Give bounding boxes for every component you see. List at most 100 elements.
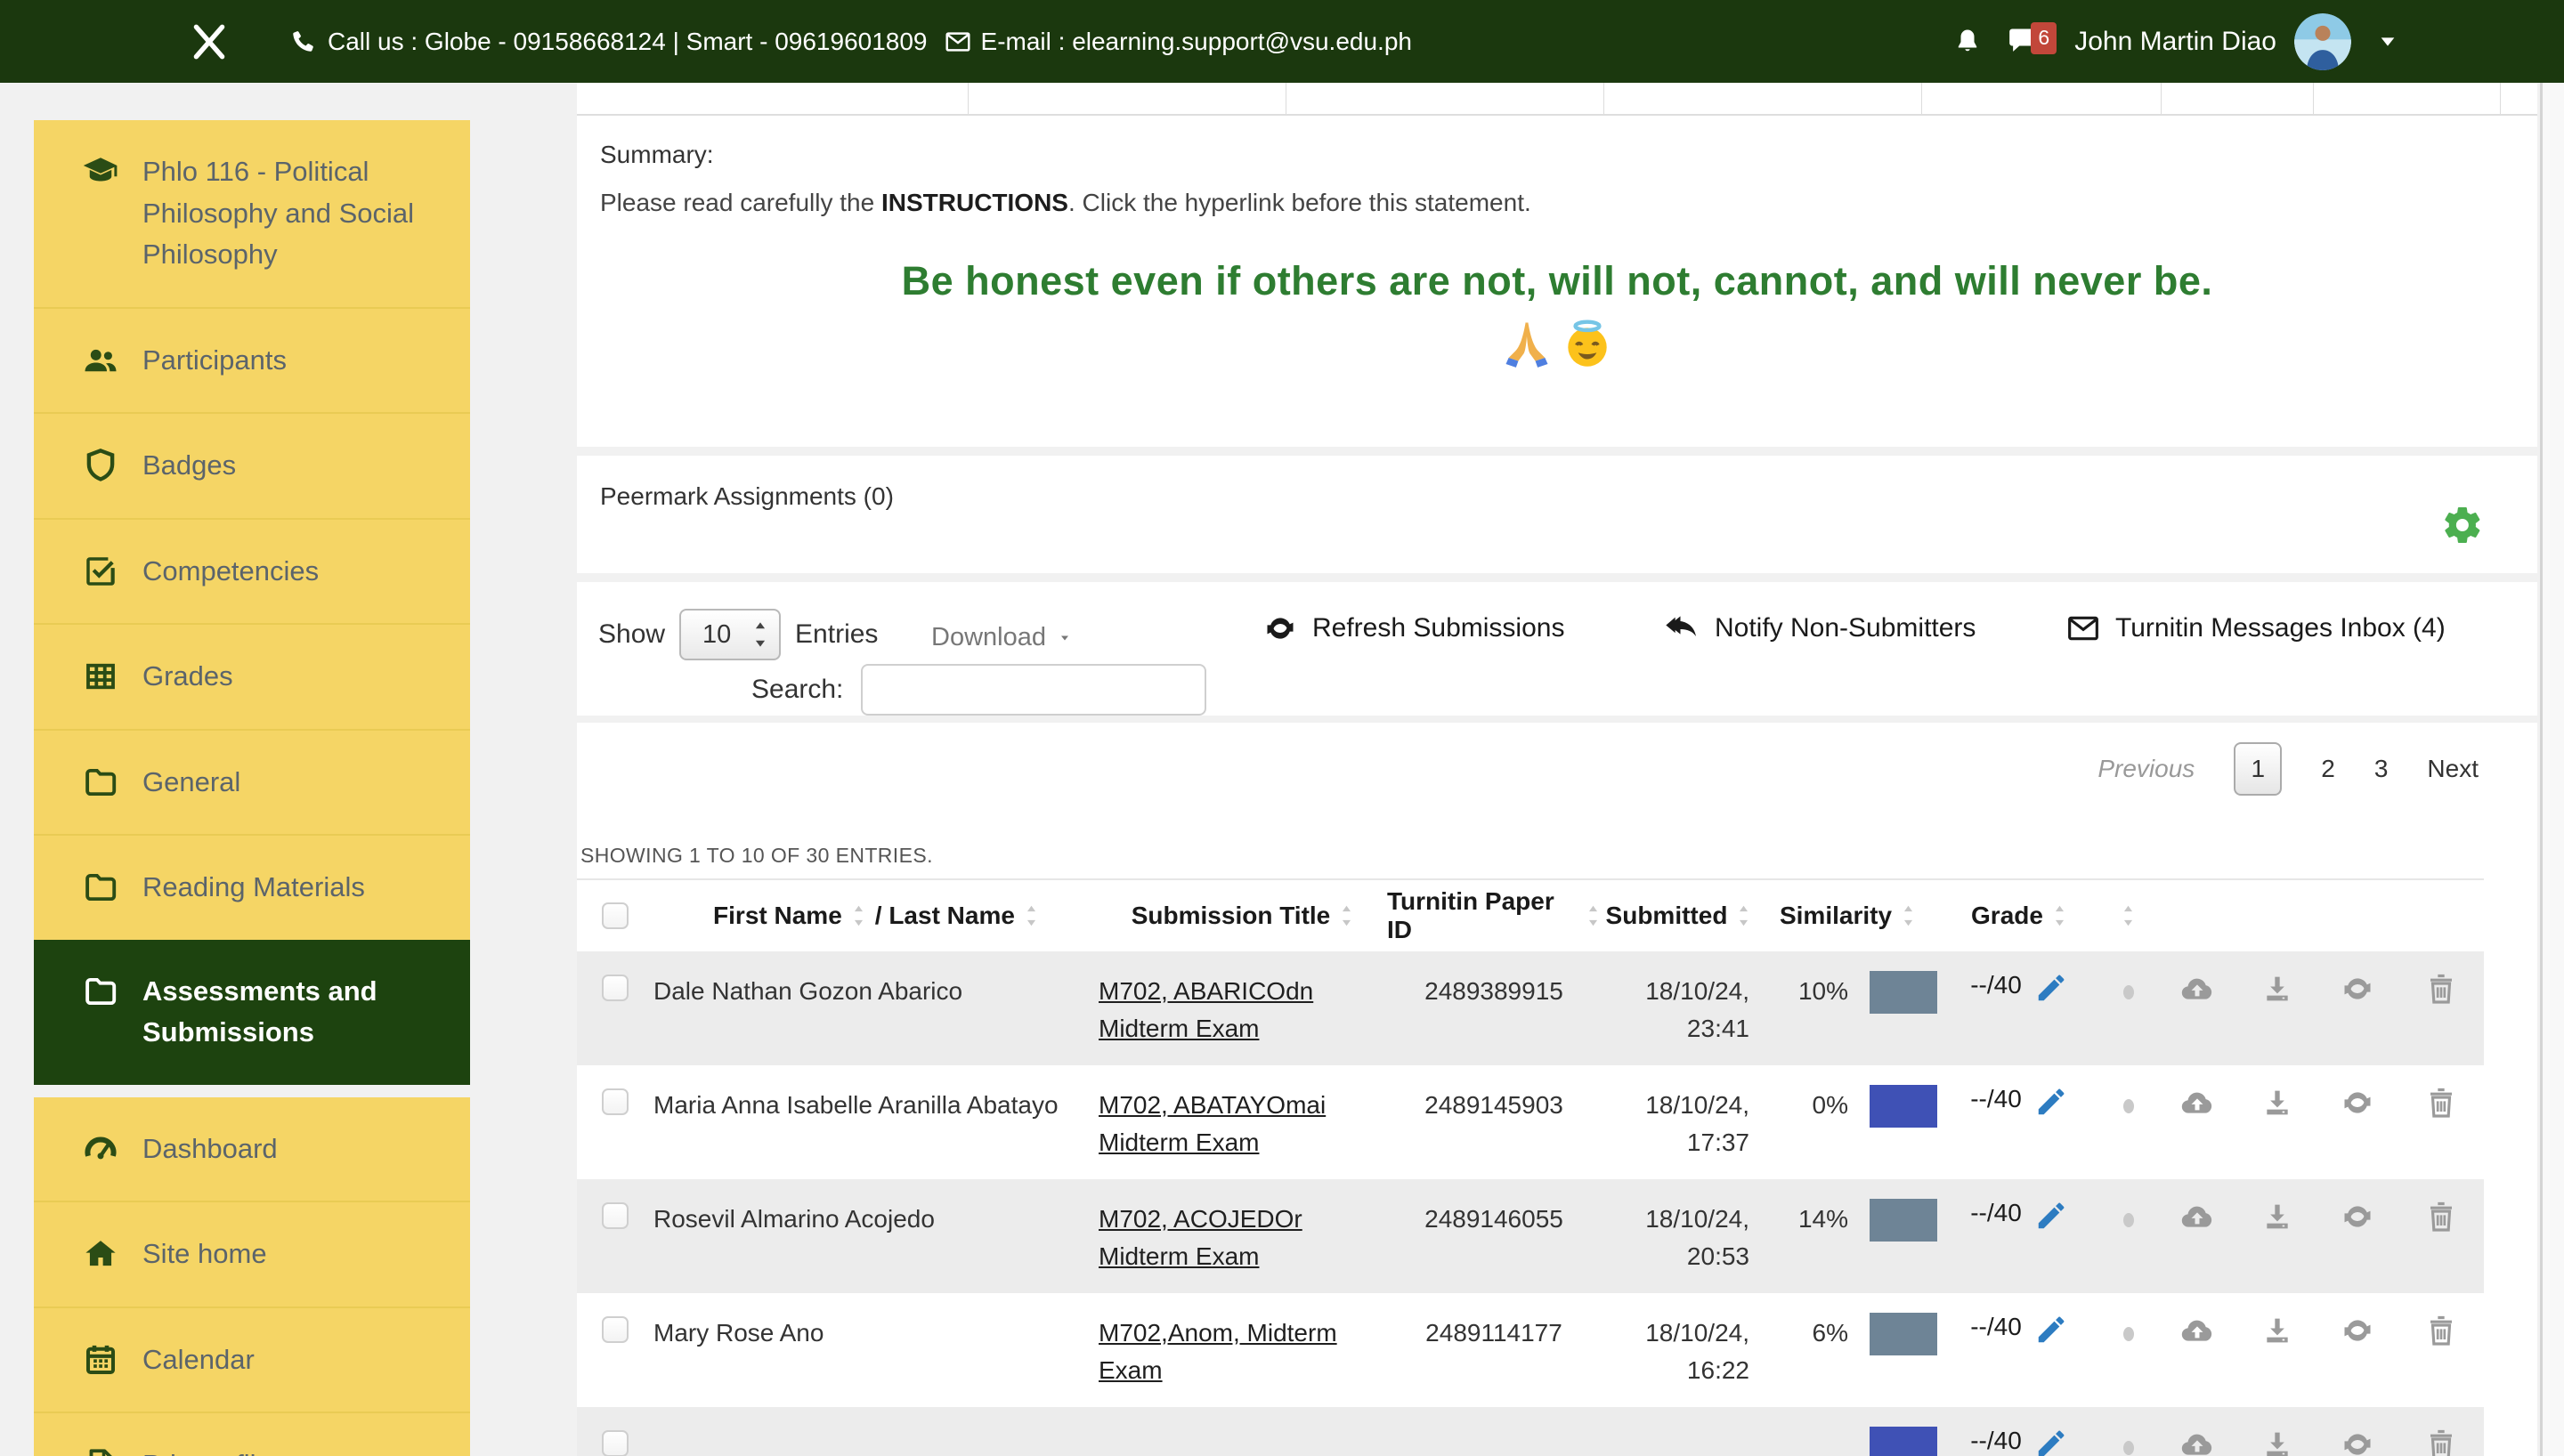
pagination-page-1[interactable]: 1 — [2234, 742, 2282, 796]
sort-icon[interactable] — [851, 903, 866, 928]
sidebar-item-site-home[interactable]: Site home — [34, 1201, 470, 1306]
table-grid-icon — [82, 658, 119, 695]
refresh-icon[interactable] — [2340, 1085, 2375, 1120]
notifications-bell-icon[interactable] — [1951, 26, 1984, 58]
sort-icon[interactable] — [1901, 903, 1916, 928]
submission-title-link[interactable]: M702, ABATAYOmai Midterm Exam — [1099, 1091, 1326, 1156]
cloud-upload-icon[interactable] — [2179, 971, 2215, 1007]
edit-grade-pencil-icon[interactable] — [2034, 1085, 2068, 1119]
column-header-grade[interactable]: Grade — [1939, 902, 2099, 930]
sidebar-item-assessments[interactable]: Assessments and Submissions — [34, 940, 470, 1085]
cloud-upload-icon[interactable] — [2179, 1427, 2215, 1456]
instructions-link[interactable]: INSTRUCTIONS — [881, 189, 1068, 216]
sidebar-item-participants[interactable]: Participants — [34, 307, 470, 413]
similarity-bar[interactable] — [1870, 1199, 1937, 1242]
refresh-submissions-button[interactable]: Refresh Submissions — [1262, 611, 1564, 646]
notify-non-submitters-button[interactable]: Notify Non-Submitters — [1665, 611, 1976, 646]
sidebar-item-badges[interactable]: Badges — [34, 412, 470, 518]
column-header-paper-id[interactable]: Turnitin Paper ID — [1387, 887, 1601, 944]
trash-icon[interactable] — [2423, 971, 2459, 1007]
sort-icon[interactable] — [1586, 903, 1601, 928]
edit-grade-pencil-icon[interactable] — [2034, 1427, 2068, 1456]
tab-cell[interactable] — [577, 83, 969, 114]
row-checkbox[interactable] — [602, 1430, 629, 1456]
cloud-upload-icon[interactable] — [2179, 1313, 2215, 1348]
similarity-bar[interactable] — [1870, 1313, 1937, 1355]
similarity-bar[interactable] — [1870, 971, 1937, 1014]
sidebar-item-general[interactable]: General — [34, 729, 470, 835]
graduation-cap-icon — [82, 153, 119, 190]
sort-icon[interactable] — [1024, 903, 1039, 928]
sidebar-item-calendar[interactable]: Calendar — [34, 1306, 470, 1412]
tachometer-icon — [82, 1130, 119, 1168]
select-all-checkbox[interactable] — [602, 902, 629, 929]
tab-cell[interactable] — [969, 83, 1286, 114]
pagination-previous[interactable]: Previous — [2097, 755, 2195, 783]
trash-icon[interactable] — [2423, 1313, 2459, 1348]
sort-icon[interactable] — [2052, 903, 2067, 928]
refresh-icon[interactable] — [2340, 1313, 2375, 1348]
row-checkbox[interactable] — [602, 1202, 629, 1229]
sidebar-item-competencies[interactable]: Competencies — [34, 518, 470, 624]
sort-icon[interactable] — [1339, 903, 1354, 928]
refresh-icon[interactable] — [2340, 1199, 2375, 1234]
sidebar-item-private-files[interactable]: Private files — [34, 1412, 470, 1456]
cloud-upload-icon[interactable] — [2179, 1085, 2215, 1120]
sidebar-item-dashboard[interactable]: Dashboard — [34, 1097, 470, 1201]
sidebar-item-course[interactable]: Phlo 116 - Political Philosophy and Soci… — [34, 120, 470, 307]
gear-icon[interactable] — [2441, 504, 2484, 546]
tab-cell[interactable] — [2314, 83, 2501, 114]
folder-icon — [82, 973, 119, 1010]
user-menu-caret-icon[interactable] — [2376, 32, 2399, 52]
trash-icon[interactable] — [2423, 1427, 2459, 1456]
column-header-extra[interactable] — [2099, 903, 2157, 928]
sidebar-item-reading-materials[interactable]: Reading Materials — [34, 834, 470, 940]
avatar[interactable] — [2294, 13, 2351, 70]
similarity-bar[interactable] — [1870, 1427, 1937, 1456]
submission-title-link[interactable]: M702,Anom, Midterm Exam — [1099, 1319, 1337, 1384]
similarity-bar[interactable] — [1870, 1085, 1937, 1128]
trash-icon[interactable] — [2423, 1085, 2459, 1120]
submission-title-link[interactable]: M702, ABARICOdn Midterm Exam — [1099, 977, 1313, 1042]
row-checkbox[interactable] — [602, 975, 629, 1001]
pagination-page-3[interactable]: 3 — [2374, 755, 2389, 783]
column-header-name[interactable]: First Name / Last Name — [653, 902, 1099, 930]
download-icon[interactable] — [2260, 1085, 2295, 1120]
turnitin-inbox-button[interactable]: Turnitin Messages Inbox (4) — [2065, 611, 2446, 646]
sort-icon[interactable] — [2121, 903, 2136, 928]
sidebar-item-label: Private files — [142, 1444, 285, 1456]
download-icon[interactable] — [2260, 1313, 2295, 1348]
trash-icon[interactable] — [2423, 1199, 2459, 1234]
close-menu-icon[interactable] — [187, 20, 231, 64]
pagination-page-2[interactable]: 2 — [2321, 755, 2335, 783]
submission-title-link[interactable]: M702, ACOJEDOr Midterm Exam — [1099, 1205, 1302, 1270]
search-input[interactable] — [861, 664, 1206, 716]
refresh-icon[interactable] — [2340, 971, 2375, 1007]
tab-cell[interactable] — [1286, 83, 1604, 114]
pagination-next[interactable]: Next — [2427, 755, 2479, 783]
refresh-icon[interactable] — [2340, 1427, 2375, 1456]
download-icon[interactable] — [2260, 971, 2295, 1007]
download-icon[interactable] — [2260, 1427, 2295, 1456]
entries-count-select[interactable]: 10 — [679, 609, 781, 660]
edit-grade-pencil-icon[interactable] — [2034, 1313, 2068, 1347]
messages-button[interactable]: 6 — [2007, 24, 2044, 60]
tab-cell[interactable] — [1922, 83, 2162, 114]
sidebar-item-grades[interactable]: Grades — [34, 623, 470, 729]
download-icon[interactable] — [2260, 1199, 2295, 1234]
user-name[interactable]: John Martin Diao — [2074, 27, 2276, 57]
edit-grade-pencil-icon[interactable] — [2034, 971, 2068, 1005]
edit-grade-pencil-icon[interactable] — [2034, 1199, 2068, 1233]
honesty-quote: Be honest even if others are not, will n… — [600, 258, 2514, 304]
tab-cell[interactable] — [1604, 83, 1922, 114]
cloud-upload-icon[interactable] — [2179, 1199, 2215, 1234]
column-header-submitted[interactable]: Submitted — [1601, 902, 1757, 930]
row-checkbox[interactable] — [602, 1316, 629, 1343]
column-header-similarity[interactable]: Similarity — [1757, 902, 1939, 930]
column-header-title[interactable]: Submission Title — [1099, 902, 1387, 930]
download-dropdown[interactable]: Download — [931, 623, 1073, 652]
tab-cell[interactable] — [2162, 83, 2314, 114]
row-checkbox[interactable] — [602, 1088, 629, 1115]
sort-icon[interactable] — [1736, 903, 1751, 928]
download-label: Download — [931, 623, 1046, 652]
